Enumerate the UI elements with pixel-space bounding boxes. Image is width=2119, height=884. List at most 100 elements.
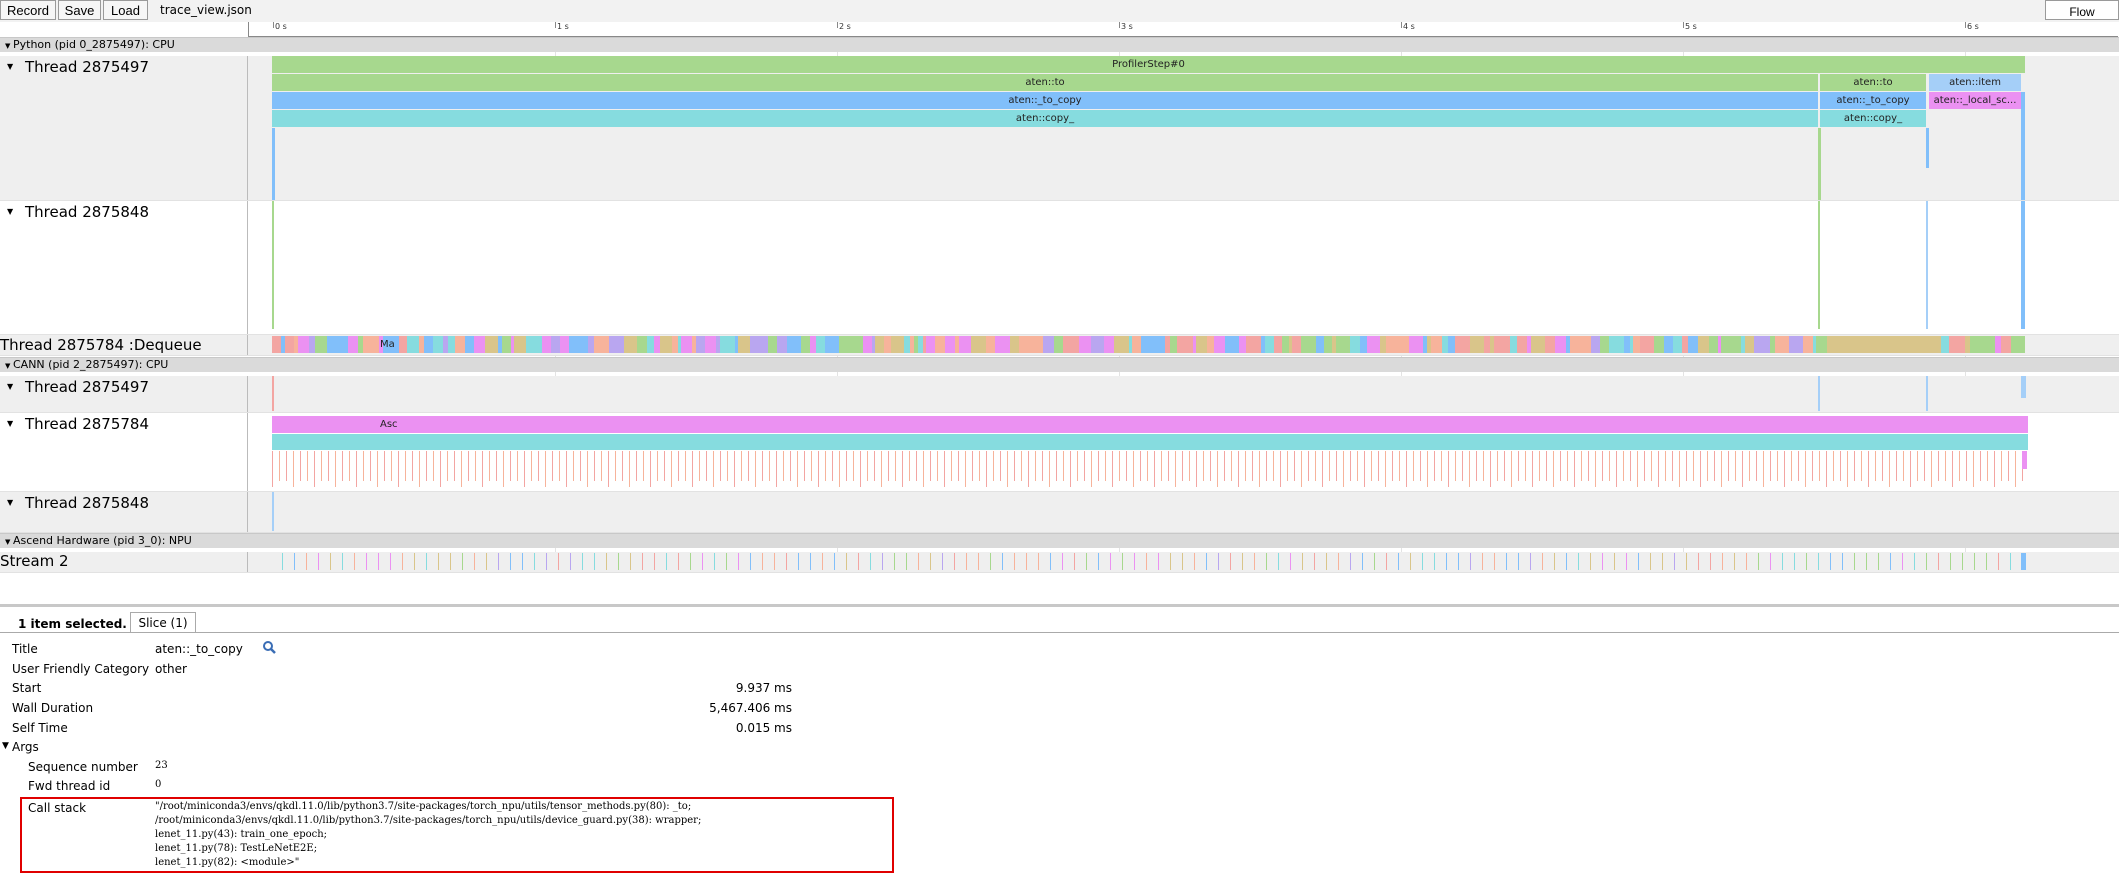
dequeue-slice[interactable] [696,336,705,353]
launch-tick[interactable] [1581,451,1582,481]
dequeue-slice[interactable] [1114,336,1129,353]
dequeue-slice[interactable] [285,336,294,353]
stream-task[interactable] [1398,553,1399,570]
launch-tick[interactable] [468,451,469,481]
launch-tick[interactable] [377,451,378,487]
launch-tick[interactable] [1560,451,1561,481]
launch-tick[interactable] [1490,451,1491,487]
stream-task[interactable] [1422,553,1423,570]
stream-task[interactable] [618,553,619,570]
dequeue-slice[interactable] [336,336,348,353]
dequeue-slice[interactable] [971,336,986,353]
stream-task[interactable] [282,553,283,570]
launch-tick[interactable] [524,451,525,487]
stream-task[interactable] [1734,553,1735,570]
stream-task[interactable] [1746,553,1747,570]
launch-tick[interactable] [601,451,602,481]
launch-tick[interactable] [1462,451,1463,481]
stream-task[interactable] [1218,553,1219,570]
launch-tick[interactable] [1329,451,1330,481]
launch-tick[interactable] [370,451,371,481]
dequeue-slice[interactable] [1079,336,1091,353]
stream-task[interactable] [1890,553,1891,570]
launch-tick[interactable] [1042,451,1043,481]
launch-tick[interactable] [503,451,504,487]
launch-tick[interactable] [1371,451,1372,481]
launch-tick[interactable] [776,451,777,487]
dequeue-slice[interactable] [609,336,624,353]
launch-tick[interactable] [1014,451,1015,481]
launch-tick[interactable] [433,451,434,481]
stream-task[interactable] [1254,553,1255,570]
dequeue-slice[interactable] [875,336,884,353]
launch-tick[interactable] [1896,451,1897,481]
stream-task[interactable] [1986,553,1987,570]
launch-tick[interactable] [1322,451,1323,487]
stream-task[interactable] [1662,553,1663,570]
launch-tick[interactable] [1476,451,1477,481]
launch-tick[interactable] [706,451,707,481]
launch-tick[interactable] [1217,451,1218,487]
launch-tick[interactable] [1770,451,1771,481]
launch-tick[interactable] [1532,451,1533,487]
stream-task[interactable] [1854,553,1855,570]
launch-tick[interactable] [1952,451,1953,487]
launch-tick[interactable] [1749,451,1750,481]
stream-task[interactable] [1014,553,1015,570]
launch-tick[interactable] [1448,451,1449,487]
args-label[interactable]: Args [12,740,39,754]
launch-tick[interactable] [2001,451,2002,481]
slice-cann-asc-bar[interactable] [272,416,2028,433]
slice-aten-copy[interactable]: aten::copy_ [272,110,1818,127]
dequeue-slice[interactable] [1177,336,1193,353]
stream-task[interactable] [582,553,583,570]
launch-tick[interactable] [1294,451,1295,481]
stream-task[interactable] [1074,553,1075,570]
stream-task[interactable] [1998,553,1999,570]
stream-row-2[interactable]: Stream 2 [0,552,2119,573]
stream-task[interactable] [1038,553,1039,570]
dequeue-slice[interactable] [1448,336,1455,353]
launch-tick[interactable] [972,451,973,481]
slice-aten-to-copy-2[interactable]: aten::_to_copy [1820,92,1926,109]
stream-task[interactable] [942,553,943,570]
launch-tick[interactable] [1287,451,1288,481]
stream-task[interactable] [810,553,811,570]
stream-task[interactable] [954,553,955,570]
collapse-triangle-icon[interactable]: ▼ [5,39,13,53]
stream-task[interactable] [1446,553,1447,570]
launch-tick[interactable] [1357,451,1358,481]
stream-task[interactable] [1146,553,1147,570]
dequeue-slice[interactable] [1470,336,1484,353]
stream-task[interactable] [1542,553,1543,570]
dequeue-slice[interactable] [750,336,762,353]
dequeue-slice[interactable] [1141,336,1153,353]
dequeue-slice[interactable] [787,336,801,353]
launch-tick[interactable] [286,451,287,481]
launch-tick[interactable] [1497,451,1498,481]
launch-tick[interactable] [1273,451,1274,481]
stream-task[interactable] [1374,553,1375,570]
launch-tick[interactable] [608,451,609,487]
dequeue-slice[interactable] [1043,336,1054,353]
launch-tick[interactable] [391,451,392,481]
slice-marker[interactable] [2021,376,2026,398]
stream-task[interactable] [774,553,775,570]
launch-tick[interactable] [853,451,854,481]
dequeue-slice[interactable] [575,336,588,353]
launch-tick[interactable] [538,451,539,481]
dequeue-slice[interactable] [681,336,692,353]
dequeue-slice[interactable] [298,336,309,353]
dequeue-slice[interactable] [801,336,810,353]
thread-row-cann-2875848[interactable]: ▼ Thread 2875848 [0,492,2119,533]
dequeue-slice[interactable] [660,336,672,353]
dequeue-slice[interactable] [2011,336,2025,353]
launch-tick[interactable] [1973,451,1974,487]
launch-tick[interactable] [699,451,700,481]
launch-tick[interactable] [1588,451,1589,481]
launch-tick[interactable] [1245,451,1246,481]
launch-tick[interactable] [888,451,889,481]
launch-tick[interactable] [1756,451,1757,481]
launch-tick[interactable] [867,451,868,481]
stream-task[interactable] [1338,553,1339,570]
